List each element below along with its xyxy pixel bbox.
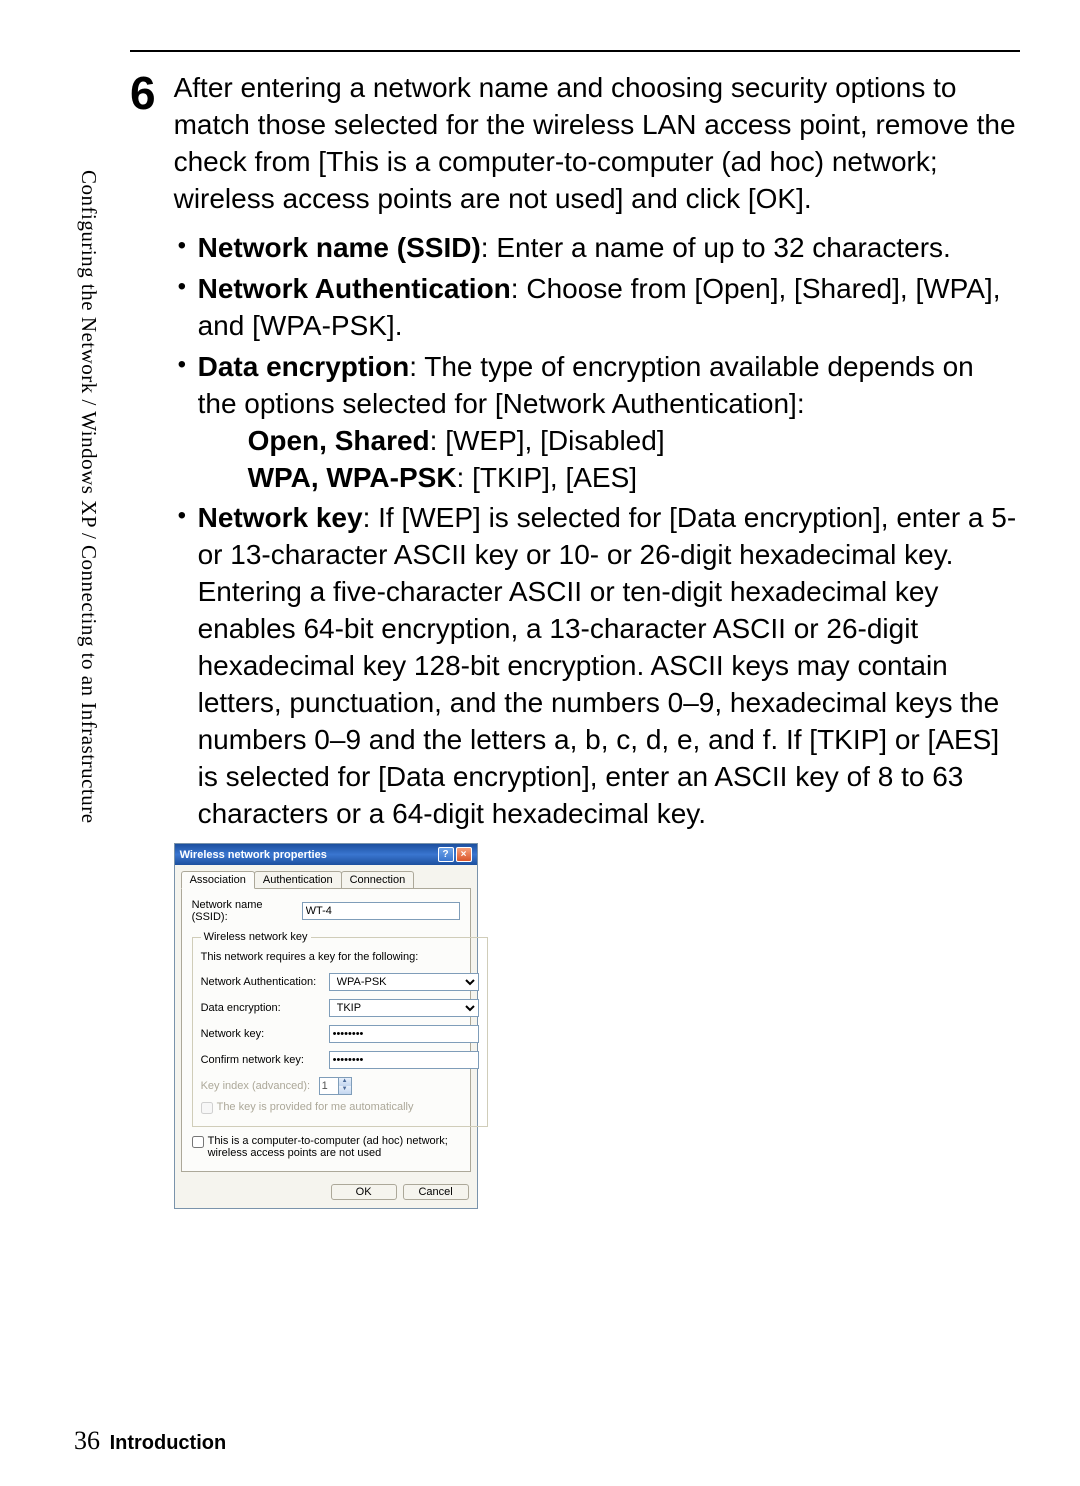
tab-pane-association: Network name (SSID): Wireless network ke… xyxy=(181,888,471,1172)
bullet-network-key: Network key: If [WEP] is selected for [D… xyxy=(174,500,1020,833)
bullet-text: : If [WEP] is selected for [Data encrypt… xyxy=(198,502,1017,829)
step-number: 6 xyxy=(130,70,156,116)
sub-text: : [TKIP], [AES] xyxy=(457,462,638,493)
bullet-label: Network name (SSID) xyxy=(198,232,481,263)
bullet-label: Network key xyxy=(198,502,363,533)
page-number: 36 xyxy=(74,1426,100,1455)
wireless-key-fieldset: Wireless network key This network requir… xyxy=(192,931,488,1127)
bullet-text: : Enter a name of up to 32 characters. xyxy=(481,232,951,263)
dialog-title: Wireless network properties xyxy=(180,849,327,861)
chevron-up-icon: ▲ xyxy=(338,1078,351,1086)
confirm-key-label: Confirm network key: xyxy=(201,1054,329,1066)
cancel-button[interactable]: Cancel xyxy=(403,1184,469,1200)
bullet-label: Network Authentication xyxy=(198,273,511,304)
bullet-ssid: Network name (SSID): Enter a name of up … xyxy=(174,230,1020,267)
dialog-tabs: Association Authentication Connection xyxy=(175,865,477,888)
key-label: Network key: xyxy=(201,1028,329,1040)
bullet-label: Data encryption xyxy=(198,351,410,382)
fieldset-legend: Wireless network key xyxy=(201,931,311,943)
ssid-input[interactable] xyxy=(302,902,460,920)
tab-connection[interactable]: Connection xyxy=(341,871,415,888)
section-name: Introduction xyxy=(110,1432,227,1454)
dialog-titlebar: Wireless network properties ? × xyxy=(175,844,477,865)
confirm-key-input[interactable] xyxy=(329,1051,479,1069)
bullet-encryption: Data encryption: The type of encryption … xyxy=(174,349,1020,497)
autokey-label: The key is provided for me automatically xyxy=(217,1101,414,1113)
step-6-block: 6 After entering a network name and choo… xyxy=(130,70,1020,1209)
enc-label: Data encryption: xyxy=(201,1002,329,1014)
tab-association[interactable]: Association xyxy=(181,871,255,889)
sub-label: WPA, WPA-PSK xyxy=(248,462,457,493)
keyindex-input xyxy=(320,1078,338,1094)
wireless-properties-dialog: Wireless network properties ? × Associat… xyxy=(174,843,478,1209)
header-rule xyxy=(130,50,1020,52)
tab-authentication[interactable]: Authentication xyxy=(254,871,342,888)
fieldset-text: This network requires a key for the foll… xyxy=(201,951,479,963)
adhoc-checkbox[interactable] xyxy=(192,1136,204,1148)
auth-label: Network Authentication: xyxy=(201,976,329,988)
help-icon[interactable]: ? xyxy=(438,847,454,862)
step-intro: After entering a network name and choosi… xyxy=(174,70,1020,218)
sub-text: : [WEP], [Disabled] xyxy=(430,425,665,456)
close-icon[interactable]: × xyxy=(456,847,472,862)
sub-label: Open, Shared xyxy=(248,425,430,456)
enc-select[interactable]: TKIP xyxy=(329,999,479,1017)
auth-select[interactable]: WPA-PSK xyxy=(329,973,479,991)
autokey-checkbox xyxy=(201,1102,213,1114)
ok-button[interactable]: OK xyxy=(331,1184,397,1200)
sidebar-vertical-text: Configuring the Network / Windows XP / C… xyxy=(76,170,101,824)
keyindex-stepper: ▲ ▼ xyxy=(319,1077,352,1095)
keyindex-label: Key index (advanced): xyxy=(201,1080,319,1092)
key-input[interactable] xyxy=(329,1025,479,1043)
ssid-label: Network name (SSID): xyxy=(192,899,302,923)
page-footer: 36 Introduction xyxy=(74,1426,226,1456)
chevron-down-icon: ▼ xyxy=(338,1086,351,1094)
bullet-auth: Network Authentication: Choose from [Ope… xyxy=(174,271,1020,345)
adhoc-label: This is a computer-to-computer (ad hoc) … xyxy=(208,1135,460,1159)
